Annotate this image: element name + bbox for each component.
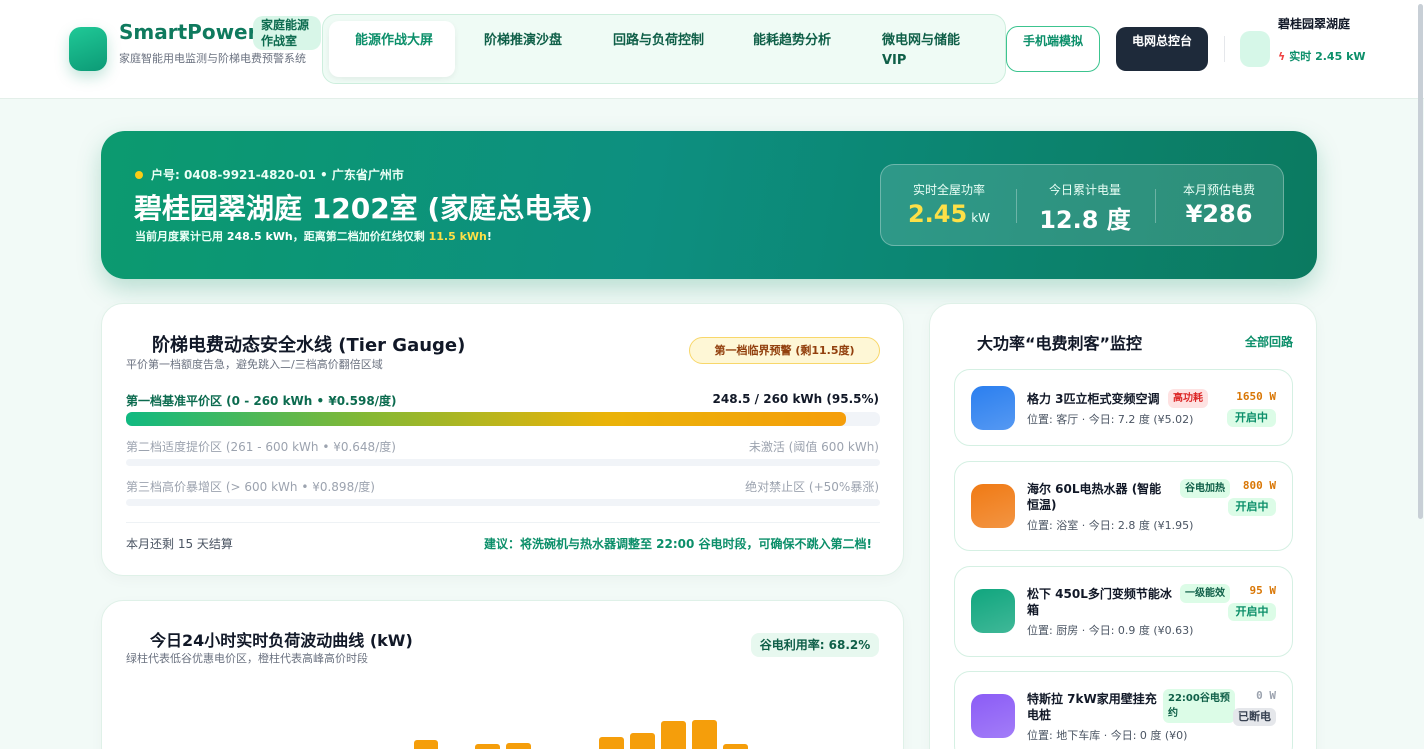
grid-console-button[interactable]: 电网总控台 <box>1116 27 1208 71</box>
appliance-meta: 位置: 浴室 · 今日: 2.8 度 (¥1.95) <box>1027 519 1194 532</box>
brand-name: SmartPower <box>119 20 258 44</box>
appliance-meta: 位置: 地下车库 · 今日: 0 度 (¥0) <box>1027 729 1188 742</box>
settlement-countdown: 本月还剩 15 天结算 <box>126 537 233 551</box>
monitor-card-title: 大功率“电费刺客”监控 <box>977 334 1143 353</box>
meter-title: 碧桂园翠湖庭 1202室 (家庭总电表) <box>134 192 594 225</box>
tier3-track <box>126 499 880 506</box>
refrigerator-icon <box>971 589 1015 633</box>
stat-divider <box>1016 189 1017 223</box>
brand-badge: 家庭能源作战室 <box>253 16 321 50</box>
meter-hero-banner: 户号: 0408-9921-4820-01 • 广东省广州市 碧桂园翠湖庭 12… <box>101 131 1317 279</box>
avatar[interactable] <box>1240 31 1270 67</box>
appliance-state[interactable]: 开启中 <box>1227 409 1276 427</box>
appliance-power: 0 W <box>1256 689 1276 702</box>
load-card-subtitle: 绿柱代表低谷优惠电价区，橙柱代表高峰高价时段 <box>126 652 368 665</box>
page-scrollbar[interactable] <box>1418 4 1423 519</box>
water-heater-icon <box>971 484 1015 528</box>
appliance-item[interactable]: 格力 3匹立柜式变频空调 高功耗 位置: 客厅 · 今日: 7.2 度 (¥5.… <box>954 369 1293 446</box>
tier-gauge-card: 阶梯电费动态安全水线 (Tier Gauge) 平价第一档额度告急，避免跳入二/… <box>101 303 904 576</box>
header-divider <box>1224 36 1225 62</box>
appliance-meta: 位置: 厨房 · 今日: 0.9 度 (¥0.63) <box>1027 624 1194 637</box>
appliance-item[interactable]: 海尔 60L电热水器 (智能恒温) 谷电加热 位置: 浴室 · 今日: 2.8 … <box>954 461 1293 551</box>
appliance-power: 1650 W <box>1236 390 1276 403</box>
tab-tier-sandbox[interactable]: 阶梯推演沙盘 <box>458 21 584 77</box>
tier1-progress <box>126 412 847 426</box>
load-bar <box>661 721 686 749</box>
main-nav: 能源作战大屏 阶梯推演沙盘 回路与负荷控制 能耗趋势分析 微电网与储能VIP <box>322 14 1006 84</box>
appliance-name: 格力 3匹立柜式变频空调 <box>1027 392 1160 406</box>
ev-charger-icon <box>971 694 1015 738</box>
mobile-simulate-button[interactable]: 手机端模拟 <box>1006 26 1100 72</box>
appliance-name: 特斯拉 7kW家用壁挂充电桩 <box>1027 692 1157 722</box>
tier2-track <box>126 459 880 466</box>
appliance-tag: 一级能效 <box>1180 584 1230 603</box>
tier-card-title: 阶梯电费动态安全水线 (Tier Gauge) <box>152 335 466 356</box>
load-bar-chart <box>102 701 905 749</box>
user-live-power: ϟ 实时 2.45 kW <box>1278 50 1366 63</box>
tab-microgrid-vip[interactable]: 微电网与储能VIP <box>856 21 982 77</box>
appliance-meta: 位置: 客厅 · 今日: 7.2 度 (¥5.02) <box>1027 413 1194 426</box>
all-circuits-link[interactable]: 全部回路 <box>1245 333 1293 350</box>
tier1-usage: 248.5 / 260 kWh (95.5%) <box>712 392 879 406</box>
appliance-item[interactable]: 特斯拉 7kW家用壁挂充电桩 22:00谷电预约 位置: 地下车库 · 今日: … <box>954 671 1293 749</box>
air-conditioner-icon <box>971 386 1015 430</box>
appliance-tag: 高功耗 <box>1168 389 1208 408</box>
appliance-state[interactable]: 开启中 <box>1228 498 1276 516</box>
appliance-name: 松下 450L多门变频节能冰箱 <box>1027 587 1172 617</box>
tier1-track <box>126 412 880 426</box>
usage-summary: 当前月度累计已用 248.5 kWh，距离第二档加价红线仅剩 11.5 kWh! <box>135 230 492 243</box>
tab-circuit-control[interactable]: 回路与负荷控制 <box>587 21 713 77</box>
appliance-state[interactable]: 开启中 <box>1228 603 1276 621</box>
appliance-power: 800 W <box>1242 479 1276 492</box>
valley-usage-badge: 谷电利用率: 68.2% <box>751 633 879 657</box>
load-curve-card: 今日24小时实时负荷波动曲线 (kW) 绿柱代表低谷优惠电价区，橙柱代表高峰高价… <box>101 600 904 749</box>
load-card-title: 今日24小时实时负荷波动曲线 (kW) <box>150 631 413 650</box>
appliance-name: 海尔 60L电热水器 (智能恒温) <box>1027 482 1162 512</box>
tier2-label: 第二档适度提价区 (261 - 600 kWh • ¥0.648/度) <box>126 440 396 454</box>
account-info: 户号: 0408-9921-4820-01 • 广东省广州市 <box>135 166 404 183</box>
tab-energy-dashboard[interactable]: 能源作战大屏 <box>329 21 455 77</box>
load-bar <box>475 744 500 749</box>
load-bar <box>414 740 438 749</box>
status-dot-icon <box>135 171 143 179</box>
hero-stats-panel: 实时全屋功率 2.45 kW 今日累计电量 12.8 度 本月预估电费 ¥286 <box>880 164 1284 246</box>
tier-card-subtitle: 平价第一档额度告急，避免跳入二/三档高价翻倍区域 <box>126 358 383 371</box>
stat-month-bill: 本月预估电费 ¥286 <box>1182 183 1255 228</box>
appliance-monitor-card: 大功率“电费刺客”监控 全部回路 格力 3匹立柜式变频空调 高功耗 位置: 客厅… <box>929 303 1317 749</box>
appliance-tag: 22:00谷电预约 <box>1163 689 1235 723</box>
brand-subtitle: 家庭智能用电监测与阶梯电费预警系统 <box>119 52 306 65</box>
tier3-label: 第三档高价暴增区 (> 600 kWh • ¥0.898/度) <box>126 480 375 494</box>
user-name: 碧桂园翠湖庭 <box>1278 17 1351 31</box>
bolt-icon: ϟ <box>1278 50 1286 63</box>
load-bar <box>723 744 748 749</box>
load-bar <box>630 733 655 749</box>
tier-alert-badge: 第一档临界预警 (剩11.5度) <box>689 337 880 364</box>
stat-realtime-power: 实时全屋功率 2.45 kW <box>907 183 991 228</box>
saving-suggestion: 建议：将洗碗机与热水器调整至 22:00 谷电时段，可确保不跳入第二档! <box>483 537 872 551</box>
brand-logo-icon <box>69 27 107 71</box>
appliance-power: 95 W <box>1249 584 1277 597</box>
tier-divider <box>126 522 880 523</box>
appliance-state[interactable]: 已断电 <box>1233 708 1276 726</box>
tab-trend-analysis[interactable]: 能耗趋势分析 <box>727 21 853 77</box>
load-bar <box>692 720 717 749</box>
tier2-status: 未激活 (阈值 600 kWh) <box>748 440 879 454</box>
tier1-label: 第一档基准平价区 (0 - 260 kWh • ¥0.598/度) <box>126 394 397 408</box>
stat-today-energy: 今日累计电量 12.8 度 <box>1039 183 1131 234</box>
appliance-item[interactable]: 松下 450L多门变频节能冰箱 一级能效 位置: 厨房 · 今日: 0.9 度 … <box>954 566 1293 657</box>
top-header: SmartPower 家庭能源作战室 家庭智能用电监测与阶梯电费预警系统 能源作… <box>0 0 1424 99</box>
load-bar <box>599 737 624 749</box>
appliance-tag: 谷电加热 <box>1180 479 1230 498</box>
load-bar <box>506 743 531 749</box>
tier3-status: 绝对禁止区 (+50%暴涨) <box>745 480 879 494</box>
